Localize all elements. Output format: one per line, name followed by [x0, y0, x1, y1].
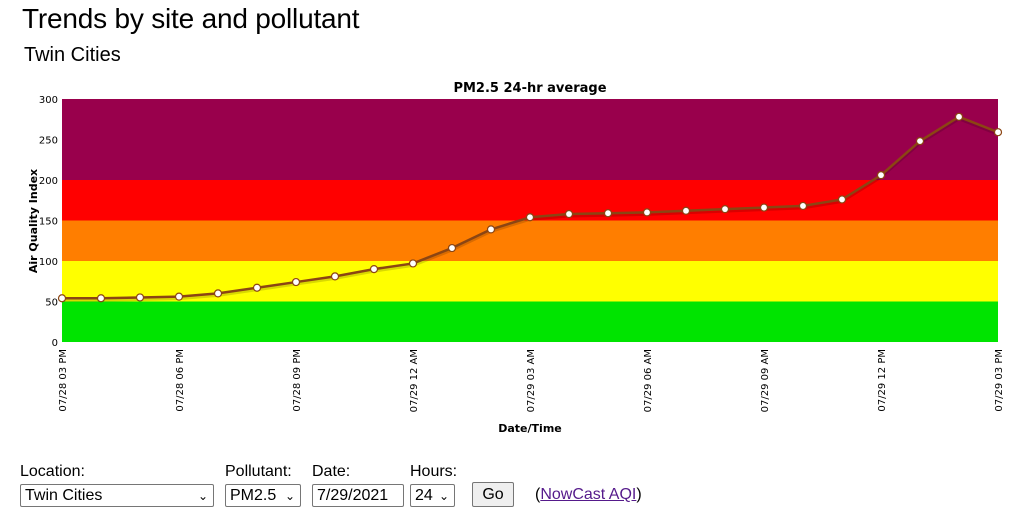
- data-point[interactable]: [57, 294, 67, 303]
- data-point[interactable]: [174, 292, 184, 301]
- data-point[interactable]: [486, 225, 496, 234]
- data-point[interactable]: [759, 203, 769, 212]
- nowcast-link-wrapper: (NowCast AQI): [535, 486, 642, 504]
- data-point[interactable]: [681, 206, 691, 215]
- data-point[interactable]: [837, 195, 847, 204]
- y-tick-label: 150: [39, 217, 58, 228]
- data-point[interactable]: [135, 293, 145, 302]
- location-label: Location:: [20, 463, 85, 480]
- x-tick-label: 07/29 03 PM: [994, 349, 1005, 412]
- data-point[interactable]: [642, 208, 652, 217]
- pollutant-select[interactable]: PM2.5 ⌄: [225, 484, 301, 507]
- hours-control: Hours:: [410, 462, 457, 482]
- x-tick-label: 07/29 06 AM: [643, 349, 654, 412]
- x-axis-title: Date/Time: [498, 422, 562, 435]
- data-point[interactable]: [993, 128, 1003, 137]
- date-label: Date:: [312, 463, 351, 480]
- y-axis-ticks: 0 50 100 150 200 250 300: [39, 95, 58, 349]
- x-tick-label: 07/28 06 PM: [175, 349, 186, 412]
- date-input[interactable]: 7/29/2021: [312, 484, 404, 507]
- y-tick-label: 200: [39, 176, 58, 187]
- chart-title: PM2.5 24-hr average: [453, 81, 606, 96]
- data-point[interactable]: [876, 171, 886, 180]
- x-tick-label: 07/28 03 PM: [58, 349, 69, 412]
- go-button[interactable]: Go: [472, 482, 514, 507]
- data-point[interactable]: [915, 137, 925, 146]
- hours-label: Hours:: [410, 463, 458, 480]
- location-control: Location:: [20, 462, 85, 482]
- y-tick-label: 250: [39, 136, 58, 147]
- data-point[interactable]: [96, 294, 106, 303]
- y-tick-label: 100: [39, 257, 58, 268]
- paren-close: ): [636, 486, 642, 503]
- y-axis-title: Air Quality Index: [27, 169, 40, 273]
- data-point[interactable]: [291, 277, 301, 287]
- y-tick-label: 0: [52, 338, 58, 349]
- pollutant-control: Pollutant:: [225, 462, 292, 482]
- data-point[interactable]: [408, 259, 418, 268]
- data-point[interactable]: [603, 209, 613, 218]
- x-tick-label: 07/29 12 AM: [409, 349, 420, 412]
- pollutant-value: PM2.5: [230, 487, 277, 504]
- chevron-down-icon: ⌄: [438, 489, 449, 503]
- aqi-band-unhealthy-for-sensitive-groups: [62, 220, 998, 261]
- location-value: Twin Cities: [25, 487, 103, 504]
- data-point[interactable]: [564, 209, 574, 219]
- x-axis-ticks: 07/28 03 PM 07/28 06 PM 07/28 09 PM 07/29 1…: [58, 349, 1005, 412]
- aqi-band-very-unhealthy: [62, 99, 998, 180]
- y-tick-label: 50: [45, 298, 58, 309]
- data-point[interactable]: [720, 205, 730, 214]
- aqi-band-good: [62, 301, 998, 342]
- y-tick-label: 300: [39, 95, 58, 106]
- chevron-down-icon: ⌄: [284, 489, 295, 503]
- x-tick-label: 07/29 03 AM: [526, 349, 537, 412]
- hours-select[interactable]: 24 ⌄: [410, 484, 455, 507]
- data-point[interactable]: [213, 289, 223, 298]
- chevron-down-icon: ⌄: [197, 489, 208, 503]
- data-point[interactable]: [525, 213, 535, 222]
- x-tick-label: 07/29 12 PM: [877, 349, 888, 412]
- data-point[interactable]: [954, 112, 964, 121]
- x-tick-label: 07/29 09 AM: [760, 349, 771, 412]
- pollutant-label: Pollutant:: [225, 463, 292, 480]
- date-control: Date:: [312, 462, 350, 482]
- data-point[interactable]: [369, 265, 379, 274]
- aqi-trend-chart: PM2.5 24-hr average 0 50 100 150 200 250 300 0…: [27, 81, 1005, 435]
- data-point[interactable]: [252, 283, 262, 292]
- hours-value: 24: [415, 487, 433, 504]
- location-select[interactable]: Twin Cities ⌄: [20, 484, 214, 507]
- data-point[interactable]: [330, 272, 340, 281]
- nowcast-aqi-link[interactable]: NowCast AQI: [540, 486, 636, 503]
- x-tick-label: 07/28 09 PM: [292, 349, 303, 412]
- data-point[interactable]: [447, 243, 457, 253]
- data-point[interactable]: [798, 201, 808, 211]
